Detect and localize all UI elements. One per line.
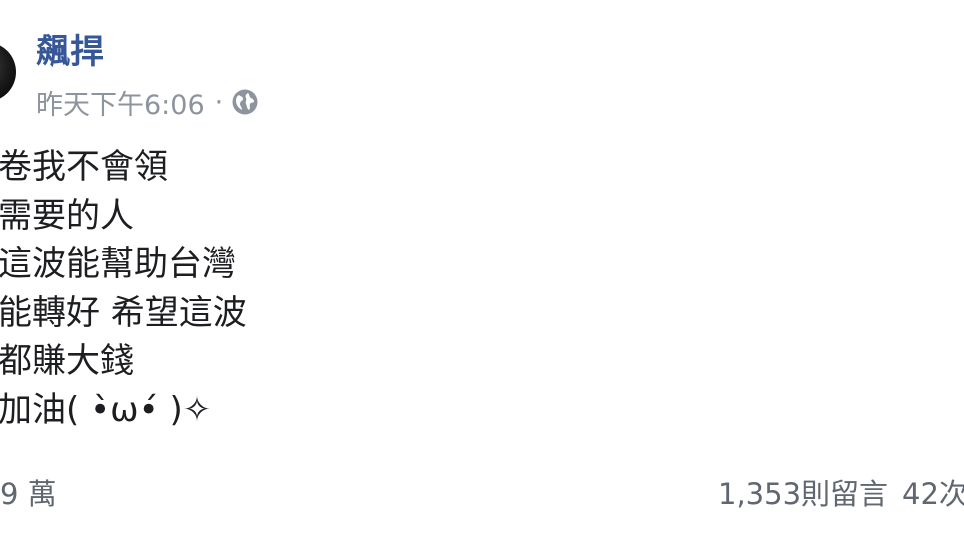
meta-separator: · (214, 86, 224, 118)
author-avatar[interactable] (0, 42, 16, 102)
post-body-line: 這波能幫助台灣 (0, 244, 236, 284)
post-body-line: 卷我不會領 (0, 147, 168, 187)
globe-icon[interactable] (231, 88, 259, 116)
post-card: 飆捍 昨天下午6:06 · 卷我不會領 需要的人 這波能幫助台灣 能轉好 希望這… (0, 0, 964, 540)
post-meta: 昨天下午6:06 · (36, 82, 259, 122)
reactions-count[interactable]: 9 萬 (0, 472, 57, 516)
post-body-line: 加油( •̀ω•́ )✧ (0, 389, 212, 430)
author-name[interactable]: 飆捍 (36, 28, 104, 76)
engagement-stats: 1,353則留言 42次 (718, 472, 964, 516)
shares-count-link[interactable]: 42次 (902, 472, 964, 516)
post-body: 卷我不會領 需要的人 這波能幫助台灣 能轉好 希望這波 都賺大錢 加油( •̀ω… (0, 143, 247, 434)
post-body-line: 都賺大錢 (0, 341, 134, 381)
post-body-line: 需要的人 (0, 195, 134, 236)
post-timestamp[interactable]: 昨天下午6:06 (36, 83, 205, 122)
post-body-line: 能轉好 希望這波 (0, 292, 247, 333)
comments-count-link[interactable]: 1,353則留言 (718, 472, 888, 516)
